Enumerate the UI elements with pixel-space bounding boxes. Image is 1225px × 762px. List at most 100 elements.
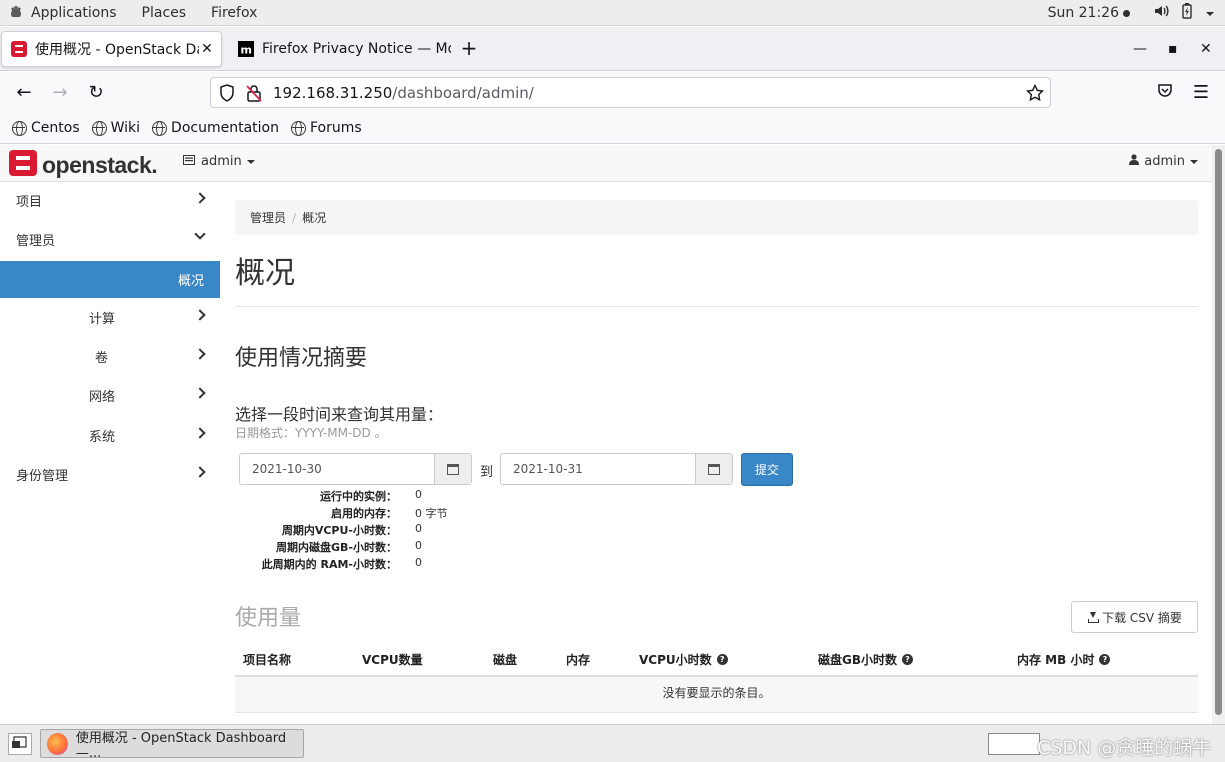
usage-summary-title: 使用情况摘要 (235, 346, 368, 371)
caret-down-icon (246, 159, 255, 164)
sidebar-item-label: 身份管理 (16, 469, 69, 484)
close-tab-icon[interactable]: ✕ (199, 41, 215, 57)
breadcrumb-admin[interactable]: 管理员 (250, 209, 286, 226)
breadcrumb-separator: / (292, 210, 297, 225)
date-range-label: 选择一段时间来查询其用量： (235, 405, 444, 424)
app-menu-hamburger-icon[interactable]: ☰ (1188, 80, 1214, 106)
sidebar-item-overview[interactable]: 概况 (0, 261, 220, 298)
bookmark-centos[interactable]: Centos (12, 120, 80, 136)
navigation-toolbar: ← → ↻ 192.168.31.250/dashboard/admin/ ☰ (0, 72, 1225, 113)
table-empty-message: 没有要显示的条目。 (235, 677, 1198, 713)
maximize-window-icon[interactable]: ▪ (1168, 41, 1178, 57)
sidebar-item-compute[interactable]: 计算 (0, 299, 220, 336)
bookmark-documentation[interactable]: Documentation (152, 120, 279, 136)
calendar-icon[interactable] (695, 454, 732, 484)
caret-down-icon (1190, 159, 1198, 164)
column-header-ram[interactable]: 内存 (566, 651, 590, 668)
column-header-memory-mb-hours[interactable]: 内存 MB 小时? (1017, 651, 1111, 668)
chevron-right-icon (194, 309, 206, 321)
help-question-icon[interactable]: ? (1099, 654, 1111, 665)
mozilla-favicon-icon: m (238, 41, 254, 57)
insecure-connection-lock-icon[interactable] (246, 84, 262, 106)
clock[interactable]: Sun 21:26 (1048, 5, 1130, 21)
chevron-right-icon (194, 192, 206, 204)
user-menu[interactable]: admin (1129, 154, 1198, 169)
stat-label: 运行中的实例： (320, 490, 397, 503)
start-date-value[interactable]: 2021-10-30 (240, 454, 434, 484)
workspace-switcher[interactable] (988, 733, 1040, 755)
taskbar-firefox-window[interactable]: 使用概况 - OpenStack Dashboard —... (40, 729, 304, 761)
stat-label: 启用的内存： (331, 507, 397, 520)
stat-value: 0 (415, 488, 422, 501)
user-icon (1129, 154, 1140, 169)
firefox-app-menu[interactable]: Firefox (211, 5, 257, 21)
to-label: 到 (480, 465, 494, 480)
sidebar-item-label: 项目 (16, 195, 43, 210)
sidebar-item-project[interactable]: 项目 (0, 182, 220, 219)
usage-table-title: 使用量 (235, 606, 302, 631)
column-header-disk[interactable]: 磁盘 (493, 651, 517, 668)
sidebar-item-label: 计算 (89, 312, 116, 327)
openstack-logo[interactable]: openstack. (9, 150, 158, 180)
sidebar-item-identity[interactable]: 身份管理 (0, 456, 220, 493)
stat-disk-gb-hours: 周期内磁盘GB-小时数： 0 (235, 539, 535, 556)
help-question-icon[interactable]: ? (716, 654, 728, 665)
breadcrumb: 管理员 / 概况 (235, 200, 1198, 235)
bookmark-star-icon[interactable] (1025, 83, 1045, 106)
bookmark-forums[interactable]: Forums (290, 120, 362, 136)
url-bar[interactable]: 192.168.31.250/dashboard/admin/ (210, 77, 1051, 108)
tab-openstack-dashboard[interactable]: 使用概况 - OpenStack Dashboard ✕ (1, 31, 222, 67)
sidebar-item-system[interactable]: 系统 (0, 417, 220, 454)
openstack-logo-text: openstack. (42, 151, 158, 178)
column-header-vcpu-hours[interactable]: VCPU小时数? (639, 651, 728, 668)
bookmark-wiki[interactable]: Wiki (91, 120, 141, 136)
clock-text: Sun 21:26 (1047, 5, 1119, 21)
sidebar-item-volumes[interactable]: 卷 (0, 338, 220, 375)
sidebar-item-network[interactable]: 网络 (0, 377, 220, 414)
stat-active-ram: 启用的内存： 0 字节 (235, 505, 535, 522)
sidebar-item-admin[interactable]: 管理员 (0, 221, 220, 258)
stat-running-instances: 运行中的实例： 0 (235, 488, 535, 505)
applications-menu-icon (8, 5, 24, 21)
close-window-icon[interactable]: ✕ (1200, 41, 1212, 57)
column-header-project-name[interactable]: 项目名称 (243, 651, 291, 668)
applications-menu[interactable]: Applications (31, 5, 117, 21)
sidebar-item-label: 网络 (89, 390, 116, 405)
help-question-icon[interactable]: ? (902, 654, 913, 665)
column-header-disk-gb-hours[interactable]: 磁盘GB小时数? (818, 651, 913, 668)
column-header-vcpus[interactable]: VCPU数量 (362, 651, 423, 668)
breadcrumb-overview: 概况 (302, 211, 327, 225)
reload-button[interactable]: ↻ (83, 80, 109, 106)
end-date-field[interactable]: 2021-10-31 (500, 453, 733, 485)
places-menu[interactable]: Places (142, 5, 187, 21)
system-top-bar: Applications Places Firefox Sun 21:26 (0, 0, 1225, 26)
page-scrollbar[interactable] (1212, 145, 1225, 724)
back-button[interactable]: ← (11, 80, 37, 106)
end-date-value[interactable]: 2021-10-31 (501, 454, 695, 484)
show-desktop-button[interactable] (8, 733, 32, 755)
project-selector[interactable]: admin (183, 154, 255, 169)
url-host: 192.168.31.250 (273, 83, 393, 102)
stat-value: 0 (415, 539, 422, 552)
bookmark-label: Wiki (110, 120, 141, 136)
forward-button[interactable]: → (47, 80, 73, 106)
battery-icon[interactable] (1182, 3, 1192, 23)
browser-tab-strip: 使用概况 - OpenStack Dashboard ✕ m Firefox P… (0, 27, 1225, 71)
new-tab-button[interactable]: + (458, 37, 480, 59)
bookmark-label: Documentation (171, 120, 279, 136)
minimize-window-icon[interactable]: — (1133, 41, 1147, 57)
volume-icon[interactable] (1154, 4, 1170, 22)
power-menu-icon[interactable] (1205, 5, 1215, 21)
tracking-protection-shield-icon[interactable] (219, 84, 235, 106)
scrollbar-thumb[interactable] (1215, 149, 1222, 715)
calendar-icon[interactable] (434, 454, 471, 484)
start-date-field[interactable]: 2021-10-30 (239, 453, 472, 485)
tab-title: Firefox Privacy Notice — Mozilla (262, 41, 451, 57)
project-icon (183, 154, 195, 169)
stat-vcpu-hours: 周期内VCPU-小时数： 0 (235, 522, 535, 539)
tab-firefox-privacy-notice[interactable]: m Firefox Privacy Notice — Mozilla (229, 31, 451, 67)
submit-button[interactable]: 提交 (741, 453, 793, 486)
column-label: 项目名称 (243, 653, 292, 667)
download-csv-button[interactable]: 下载 CSV 摘要 (1071, 601, 1198, 633)
pocket-icon[interactable] (1152, 80, 1178, 106)
